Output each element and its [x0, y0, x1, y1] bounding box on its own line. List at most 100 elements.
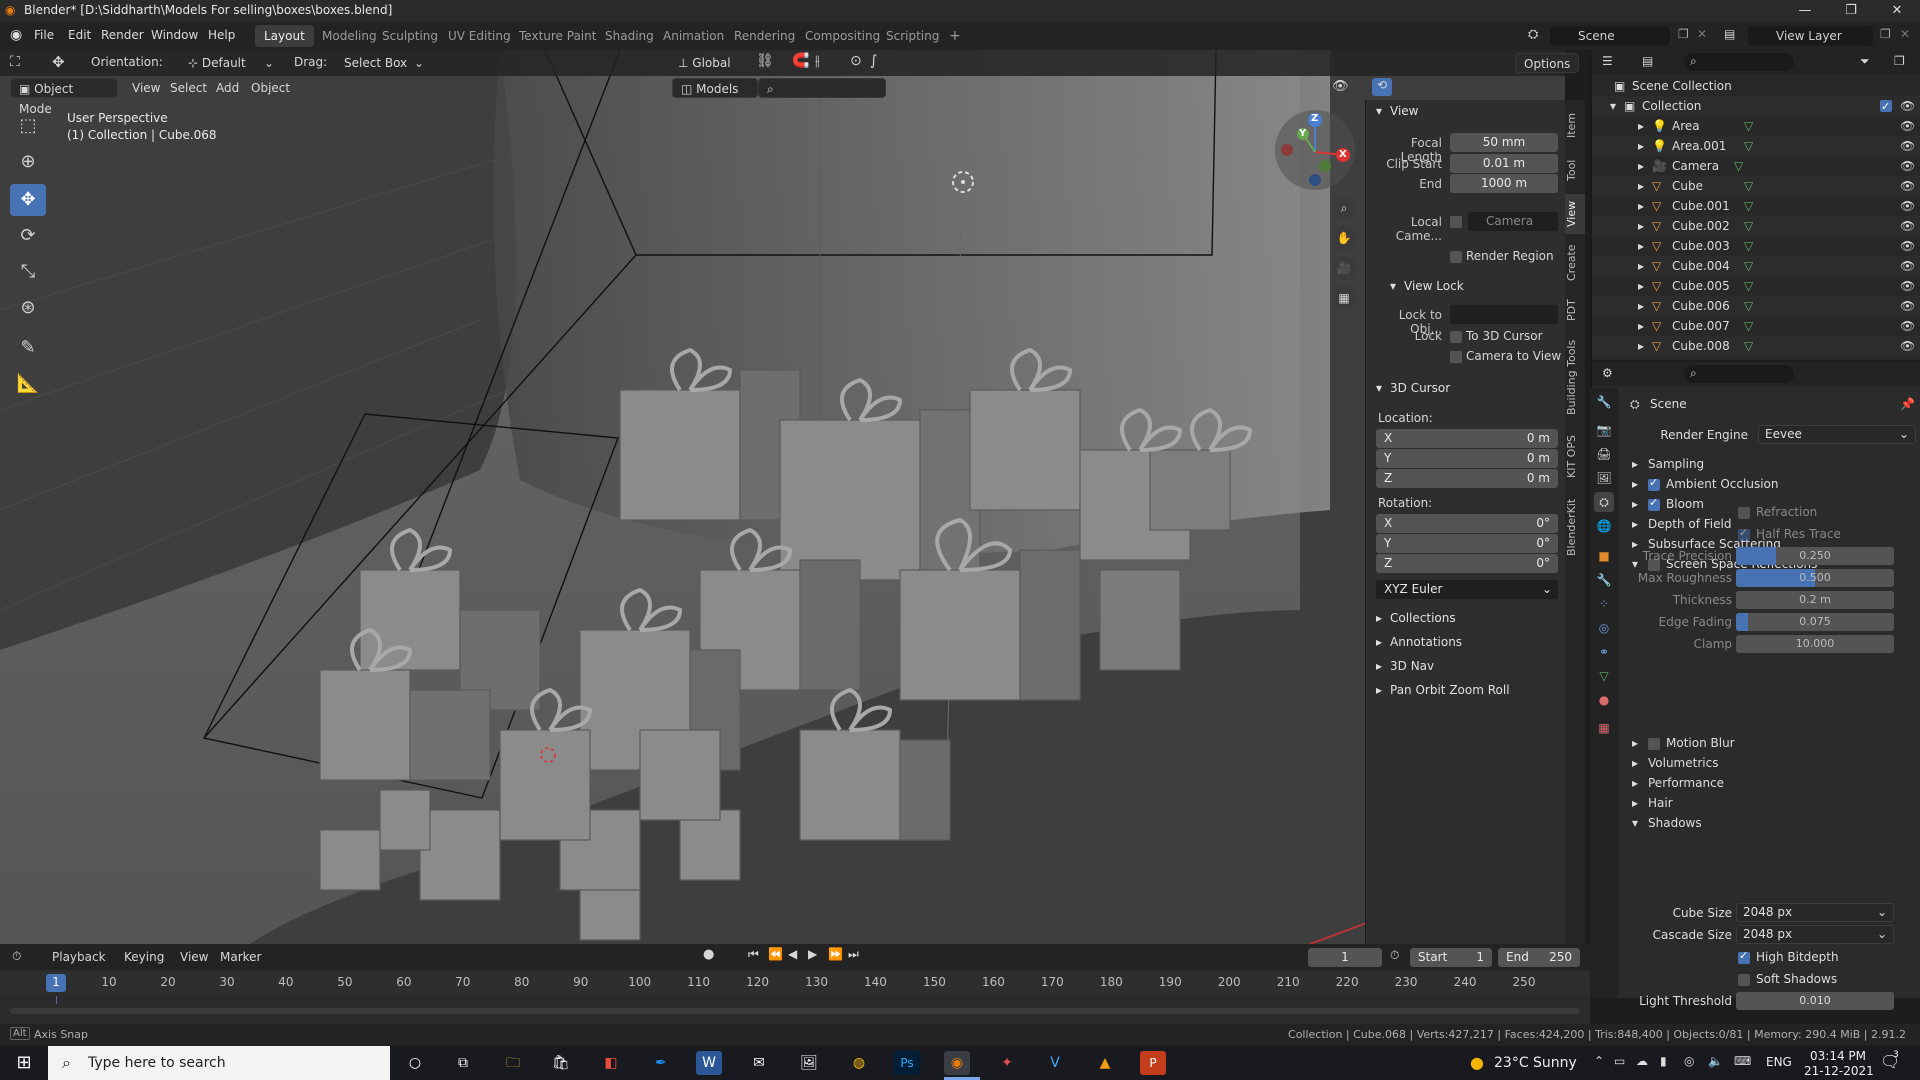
render-engine-dropdown[interactable]: Eevee ⌄ — [1758, 425, 1916, 444]
object-data-icon[interactable]: ▽ — [1744, 116, 1753, 136]
cursor-tool-icon[interactable]: ⊕ — [10, 146, 46, 178]
timeline-menu-view[interactable]: View — [172, 947, 216, 967]
cursor-rotation-z[interactable]: Z 0° — [1376, 554, 1558, 573]
outliner-item[interactable]: ▸ ▽ Cube.006 ▽ 👁 — [1592, 296, 1920, 316]
properties-panel-header[interactable]: ▸ Sampling — [1592, 455, 1920, 475]
jump-keyframe-back-icon[interactable]: ⏪ — [768, 947, 783, 961]
cursor-location-x[interactable]: X 0 m — [1376, 429, 1558, 448]
onedrive-icon[interactable]: ☁ — [1636, 1054, 1648, 1068]
drag-dropdown[interactable]: Select Box ⌄ — [336, 53, 430, 73]
camera-to-view-checkbox[interactable] — [1450, 351, 1462, 363]
workspace-tab-uv-editing[interactable]: UV Editing — [439, 25, 520, 47]
chevron-right-icon[interactable]: ▸ — [1638, 196, 1644, 216]
cursor-rotation-x[interactable]: X 0° — [1376, 514, 1558, 533]
tab-item[interactable]: Item — [1565, 104, 1585, 146]
render-region-checkbox[interactable] — [1450, 251, 1462, 263]
keyboard-icon[interactable]: ⌨ — [1734, 1054, 1751, 1068]
outliner-item[interactable]: ▸ ▽ Cube.008 ▽ 👁 — [1592, 336, 1920, 356]
snap-target-icon[interactable]: ⫲ — [815, 53, 820, 69]
panel-enable-checkbox[interactable] — [1648, 738, 1660, 750]
properties-search-input[interactable]: ⌕ — [1684, 365, 1794, 383]
eye-icon[interactable]: 👁 — [1900, 176, 1915, 196]
chevron-right-icon[interactable]: ▸ — [1638, 296, 1644, 316]
task-view-icon[interactable]: ⧉ — [450, 1051, 476, 1075]
viewport-menu-add[interactable]: Add — [208, 78, 247, 98]
workspace-tab-texture-paint[interactable]: Texture Paint — [510, 25, 605, 47]
eye-icon[interactable]: 👁 — [1900, 236, 1915, 256]
object-data-icon[interactable]: ▽ — [1744, 316, 1753, 336]
falloff-icon[interactable]: ∫ — [870, 53, 877, 69]
visibility-icon[interactable]: 👁 — [1332, 79, 1349, 94]
view-layer-icon[interactable]: ▤ — [1724, 27, 1735, 41]
workspace-tab-layout[interactable]: Layout — [255, 25, 314, 47]
app-icon-v[interactable]: V — [1042, 1051, 1068, 1075]
viewport-menu-object[interactable]: Object — [243, 78, 298, 98]
eye-icon[interactable]: 👁 — [1900, 216, 1915, 236]
timeline-menu-keying[interactable]: Keying — [116, 947, 172, 967]
properties-panel-header[interactable]: ▸ Volumetrics — [1592, 754, 1920, 774]
blender-menu-icon[interactable]: ◉ — [10, 27, 22, 43]
eye-icon[interactable]: 👁 — [1900, 316, 1915, 336]
outliner-collection[interactable]: ▾ ▣ Collection 👁 — [1592, 96, 1920, 117]
jump-keyframe-forward-icon[interactable]: ⏩ — [828, 947, 843, 961]
panel-enable-checkbox[interactable] — [1648, 476, 1660, 491]
vlc-icon[interactable]: ▲ — [1092, 1051, 1118, 1075]
scene-name-field[interactable]: Scene — [1550, 26, 1670, 46]
options-dropdown[interactable]: Options — [1515, 53, 1580, 73]
cursor-location-y[interactable]: Y 0 m — [1376, 449, 1558, 468]
physics-tab-icon[interactable]: ◎ — [1594, 618, 1614, 638]
navigation-gizmo[interactable]: Z X Y — [1275, 110, 1355, 190]
chrome-icon[interactable]: ◍ — [846, 1051, 872, 1075]
render-tab-icon[interactable]: 📷 — [1594, 420, 1614, 440]
properties-panel-header[interactable]: ▸ Ambient Occlusion — [1592, 475, 1920, 495]
workspace-tab-animation[interactable]: Animation — [654, 25, 733, 47]
constraints-tab-icon[interactable]: ⚭ — [1594, 642, 1614, 662]
models-dropdown[interactable]: ◫ Models — [672, 78, 758, 98]
annotate-tool-icon[interactable]: ✎ — [10, 332, 46, 364]
output-tab-icon[interactable]: 🖨 — [1594, 444, 1614, 464]
object-data-icon[interactable]: ▽ — [1744, 296, 1753, 316]
local-camera-field[interactable]: Camera — [1468, 212, 1558, 231]
soft-shadows-checkbox[interactable] — [1738, 974, 1750, 986]
timeline-editor-icon[interactable]: ⏱ — [12, 949, 21, 964]
snap-icon[interactable]: 🧲 — [792, 53, 809, 69]
eye-icon[interactable]: 👁 — [1900, 336, 1915, 356]
microsoft-store-icon[interactable]: 🛍 — [548, 1051, 574, 1075]
eye-icon[interactable]: 👁 — [1900, 276, 1915, 296]
outliner-item[interactable]: ▸ ▽ Cube.001 ▽ 👁 — [1592, 196, 1920, 216]
timeline-scrollbar[interactable] — [10, 1008, 1580, 1014]
chevron-right-icon[interactable]: ▸ — [1638, 256, 1644, 276]
rotation-mode-dropdown[interactable]: XYZ Euler ⌄ — [1376, 580, 1558, 599]
maximize-button[interactable]: ❐ — [1828, 0, 1874, 22]
volume-icon[interactable]: 🔈 — [1708, 1054, 1723, 1068]
word-icon[interactable]: W — [696, 1051, 722, 1075]
ink-app-icon[interactable]: ✒ — [648, 1051, 674, 1075]
outliner-item[interactable]: ▸ ▽ Cube.003 ▽ 👁 — [1592, 236, 1920, 256]
scale-tool-icon[interactable]: ⤡ — [10, 256, 46, 288]
view-layer-field[interactable]: View Layer — [1748, 26, 1873, 46]
powerpoint-icon[interactable]: P — [1140, 1051, 1166, 1075]
chevron-right-icon[interactable]: ▸ — [1638, 116, 1644, 136]
outliner-item[interactable]: ▸ ▽ Cube.004 ▽ 👁 — [1592, 256, 1920, 276]
timeline-menu-marker[interactable]: Marker — [212, 947, 269, 967]
network-icon[interactable]: ◎ — [1684, 1054, 1694, 1068]
end-frame-field[interactable]: End 250 — [1498, 948, 1580, 967]
clip-start-field[interactable]: 0.01 m — [1450, 154, 1558, 173]
show-hidden-icons-chevron[interactable]: ⌃ — [1594, 1054, 1604, 1068]
eye-icon[interactable]: 👁 — [1900, 256, 1915, 276]
object-data-icon[interactable]: ▽ — [1744, 176, 1753, 196]
menu-file[interactable]: File — [34, 28, 54, 42]
properties-panel-header[interactable]: ▸ Hair — [1592, 794, 1920, 814]
record-icon[interactable]: ● — [703, 947, 714, 962]
close-button[interactable]: ✕ — [1874, 0, 1920, 22]
outliner-item[interactable]: ▸ 💡 Area ▽ 👁 — [1592, 116, 1920, 136]
menu-help[interactable]: Help — [208, 28, 235, 42]
tab-tool[interactable]: Tool — [1565, 150, 1585, 190]
outliner-item[interactable]: ▸ 💡 Area.001 ▽ 👁 — [1592, 136, 1920, 156]
clamp-field[interactable]: 10.000 — [1736, 635, 1894, 653]
menu-render[interactable]: Render — [101, 28, 144, 42]
properties-panel-header[interactable]: ▸ Motion Blur — [1592, 734, 1920, 754]
chevron-right-icon[interactable]: ▸ — [1638, 136, 1644, 156]
tab-pdt[interactable]: PDT — [1565, 292, 1585, 328]
chevron-right-icon[interactable]: ▸ — [1638, 316, 1644, 336]
